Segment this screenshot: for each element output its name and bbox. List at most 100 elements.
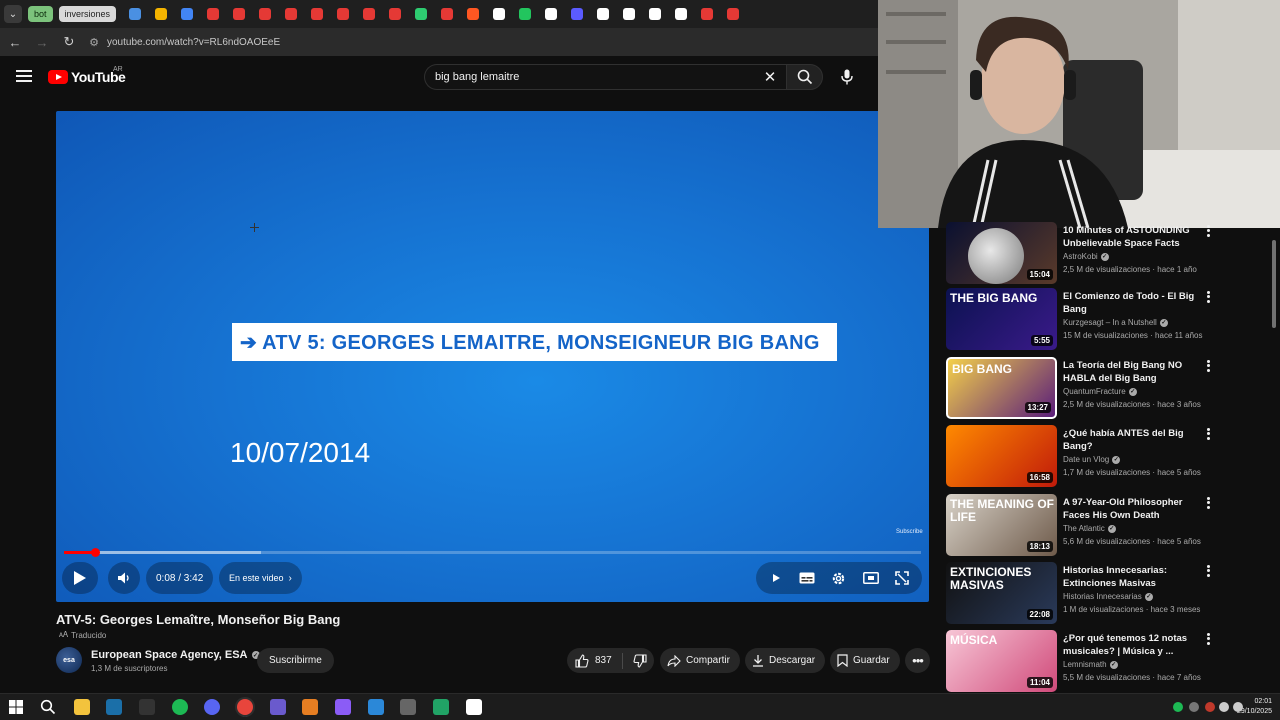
pinned-tab-favicon-icon[interactable]	[545, 8, 558, 20]
pinned-tab-favicon-icon[interactable]	[311, 8, 324, 20]
recommendation-item[interactable]: EXTINCIONES MASIVAS 22:08 Historias Inne…	[946, 562, 1266, 624]
recommendation-item[interactable]: THE BIG BANG 5:55 El Comienzo de Todo - …	[946, 288, 1266, 350]
autoplay-toggle-icon[interactable]	[766, 568, 786, 588]
subscribe-button[interactable]: Suscribirme	[257, 648, 334, 673]
more-vertical-icon[interactable]	[1202, 359, 1214, 373]
pinned-tab-favicon-icon[interactable]	[649, 8, 662, 20]
chapters-button[interactable]: En este video ›	[219, 562, 302, 594]
url-field[interactable]: youtube.com/watch?v=RL6ndOAOEeE	[107, 37, 280, 48]
forward-arrow-icon[interactable]: →	[30, 30, 54, 54]
pinned-tab-favicon-icon[interactable]	[363, 8, 376, 20]
taskbar-search-icon[interactable]	[40, 699, 56, 715]
recommendation-title[interactable]: ¿Qué había ANTES del Big Bang?	[1063, 427, 1208, 453]
search-button[interactable]	[786, 64, 823, 90]
pinned-tab-favicon-icon[interactable]	[259, 8, 272, 20]
channel-name-link[interactable]: European Space Agency, ESA ✓	[91, 649, 260, 661]
tab-group-bot[interactable]: bot	[28, 6, 53, 22]
recommendation-item[interactable]: MÚSICA 11:04 ¿Por qué tenemos 12 notas m…	[946, 630, 1266, 692]
pinned-tab-favicon-icon[interactable]	[285, 8, 298, 20]
pinned-tab-favicon-icon[interactable]	[129, 8, 142, 20]
app-tray-icon[interactable]	[1205, 702, 1215, 712]
more-vertical-icon[interactable]	[1202, 290, 1214, 304]
recommendation-channel[interactable]: Date un Vlog ✓	[1063, 455, 1121, 464]
network-tray-icon[interactable]	[1219, 702, 1229, 712]
voice-search-button[interactable]	[836, 66, 858, 88]
pinned-tab-favicon-icon[interactable]	[571, 8, 584, 20]
more-vertical-icon[interactable]	[1202, 632, 1214, 646]
sidebar-scrollbar[interactable]	[1272, 240, 1276, 328]
windows-start-icon[interactable]	[8, 699, 24, 715]
pinned-tab-favicon-icon[interactable]	[155, 8, 168, 20]
pinned-tab-favicon-icon[interactable]	[597, 8, 610, 20]
chrome-icon[interactable]	[237, 699, 253, 715]
video-player[interactable]: ➔ ATV 5: GEORGES LEMAITRE, MONSEIGNEUR B…	[56, 111, 929, 602]
clear-search-icon[interactable]: ✕	[760, 67, 780, 87]
recommendation-item[interactable]: 15:04 10 Minutes of ASTOUNDING Unbelieva…	[946, 222, 1266, 284]
more-vertical-icon[interactable]	[1202, 496, 1214, 510]
epic-games-icon[interactable]	[139, 699, 155, 715]
video-thumbnail[interactable]: 15:04	[946, 222, 1057, 284]
subtitles-icon[interactable]	[797, 568, 817, 588]
pinned-tab-favicon-icon[interactable]	[727, 8, 740, 20]
pinned-tab-favicon-icon[interactable]	[441, 8, 454, 20]
app-icon[interactable]	[270, 699, 286, 715]
theater-mode-icon[interactable]	[861, 568, 881, 588]
video-thumbnail[interactable]: THE BIG BANG 5:55	[946, 288, 1057, 350]
visual-studio-icon[interactable]	[335, 699, 351, 715]
recommendation-channel[interactable]: Lemnismath ✓	[1063, 660, 1118, 669]
settings-gear-icon[interactable]	[829, 568, 849, 588]
recommendation-title[interactable]: Historias Innecesarias: Extinciones Masi…	[1063, 564, 1208, 590]
pinned-tab-favicon-icon[interactable]	[207, 8, 220, 20]
subscribe-watermark[interactable]: Subscribe	[896, 529, 923, 535]
more-vertical-icon[interactable]	[1202, 564, 1214, 578]
more-actions-button[interactable]: •••	[905, 648, 930, 673]
recommendation-channel[interactable]: The Atlantic ✓	[1063, 524, 1116, 533]
video-thumbnail[interactable]: EXTINCIONES MASIVAS 22:08	[946, 562, 1057, 624]
recommendation-title[interactable]: La Teoría del Big Bang NO HABLA del Big …	[1063, 359, 1208, 385]
pinned-tab-favicon-icon[interactable]	[389, 8, 402, 20]
video-thumbnail[interactable]: MÚSICA 11:04	[946, 630, 1057, 692]
recommendation-channel[interactable]: Historias Innecesarias ✓	[1063, 592, 1153, 601]
file-explorer-icon[interactable]	[74, 699, 90, 715]
recommendation-title[interactable]: ¿Por qué tenemos 12 notas musicales? | M…	[1063, 632, 1208, 658]
pinned-tab-favicon-icon[interactable]	[675, 8, 688, 20]
spotify-tray-icon[interactable]	[1173, 702, 1183, 712]
recommendation-title[interactable]: 10 Minutes of ASTOUNDING Unbelievable Sp…	[1063, 224, 1208, 250]
video-thumbnail[interactable]: 16:58	[946, 425, 1057, 487]
play-button[interactable]	[62, 562, 98, 594]
recommendation-item[interactable]: 16:58 ¿Qué había ANTES del Big Bang? Dat…	[946, 425, 1266, 487]
channel-avatar[interactable]: esa	[56, 647, 82, 673]
menu-icon[interactable]	[16, 70, 32, 82]
recommendation-title[interactable]: El Comienzo de Todo - El Big Bang	[1063, 290, 1208, 316]
save-button[interactable]: Guardar	[830, 648, 900, 673]
volume-tray-icon[interactable]	[1233, 702, 1243, 712]
recommendation-title[interactable]: A 97-Year-Old Philosopher Faces His Own …	[1063, 496, 1208, 522]
pinned-tab-favicon-icon[interactable]	[519, 8, 532, 20]
steam-icon[interactable]	[106, 699, 122, 715]
download-button[interactable]: Descargar	[745, 648, 826, 673]
discord-icon[interactable]	[204, 699, 220, 715]
scrubber-handle[interactable]	[90, 548, 100, 557]
back-arrow-icon[interactable]: ←	[3, 30, 27, 54]
reload-icon[interactable]: ↻	[57, 30, 81, 54]
vscode-icon[interactable]	[368, 699, 384, 715]
volume-button[interactable]	[108, 562, 140, 594]
tab-search-icon[interactable]: ⌄	[4, 5, 22, 23]
more-vertical-icon[interactable]	[1202, 224, 1214, 238]
site-info-icon[interactable]: ⚙	[87, 35, 101, 49]
video-thumbnail[interactable]: THE MEANING OF LIFE 18:13	[946, 494, 1057, 556]
app-icon[interactable]	[400, 699, 416, 715]
spotify-icon[interactable]	[172, 699, 188, 715]
pinned-tab-favicon-icon[interactable]	[701, 8, 714, 20]
recommendation-channel[interactable]: Kurzgesagt – In a Nutshell ✓	[1063, 318, 1168, 327]
app-icon[interactable]	[433, 699, 449, 715]
pinned-tab-favicon-icon[interactable]	[623, 8, 636, 20]
search-input[interactable]: big bang lemaitre	[424, 64, 786, 90]
app-icon[interactable]	[302, 699, 318, 715]
tab-group-inversiones[interactable]: inversiones	[58, 6, 117, 22]
like-button[interactable]: 837	[567, 652, 623, 669]
dislike-button[interactable]	[623, 653, 657, 668]
recommendation-channel[interactable]: AstroKobi ✓	[1063, 252, 1109, 261]
progress-bar[interactable]	[64, 548, 921, 557]
pinned-tab-favicon-icon[interactable]	[233, 8, 246, 20]
